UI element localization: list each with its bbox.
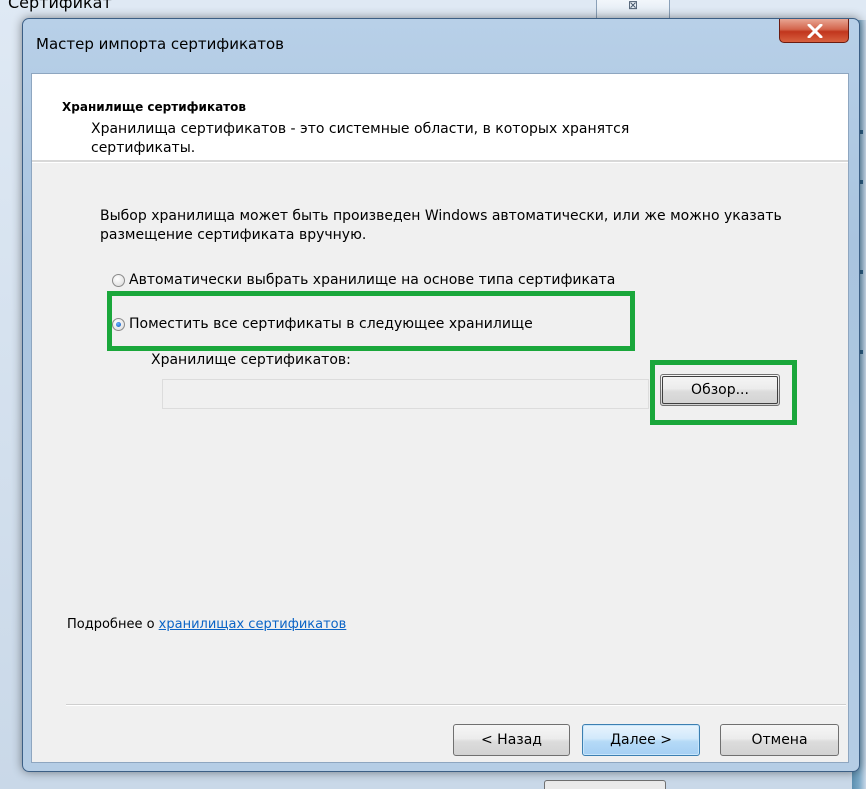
certificate-import-wizard-dialog: Мастер импорта сертификатов Хранилище се…	[22, 18, 860, 772]
radio-label: Автоматически выбрать хранилище на основ…	[129, 272, 616, 288]
background-close-button[interactable]: ⊠	[596, 0, 670, 18]
back-button[interactable]: < Назад	[453, 724, 570, 756]
background-window-title: Сертификат	[8, 0, 112, 12]
title-bar[interactable]: Мастер импорта сертификатов	[23, 19, 859, 73]
store-field-label: Хранилище сертификатов:	[151, 352, 351, 368]
highlight-box-browse	[650, 360, 797, 425]
wizard-header: Хранилище сертификатов Хранилища сертифи…	[32, 74, 848, 160]
more-info-prefix: Подробнее о	[67, 617, 159, 632]
cancel-button[interactable]: Отмена	[720, 724, 839, 756]
header-divider	[32, 160, 848, 163]
store-input[interactable]	[162, 379, 649, 409]
dialog-client-area: Хранилище сертификатов Хранилища сертифи…	[31, 73, 849, 763]
intro-text: Выбор хранилища может быть произведен Wi…	[100, 208, 782, 243]
close-icon	[807, 24, 823, 38]
radio-auto-select-store[interactable]: Автоматически выбрать хранилище на основ…	[112, 272, 615, 288]
close-button[interactable]	[779, 19, 849, 43]
certificate-stores-link[interactable]: хранилищах сертификатов	[159, 617, 347, 632]
more-info: Подробнее о хранилищах сертификатов	[67, 617, 346, 632]
background-button[interactable]	[544, 780, 666, 789]
page-title: Хранилище сертификатов	[62, 100, 246, 114]
page-description: Хранилища сертификатов - это системные о…	[91, 121, 630, 156]
next-button[interactable]: Далее >	[582, 724, 700, 756]
highlight-box-radio	[107, 291, 635, 351]
footer-divider	[66, 704, 846, 706]
dialog-title: Мастер импорта сертификатов	[36, 35, 284, 53]
radio-button-icon[interactable]	[112, 273, 125, 287]
